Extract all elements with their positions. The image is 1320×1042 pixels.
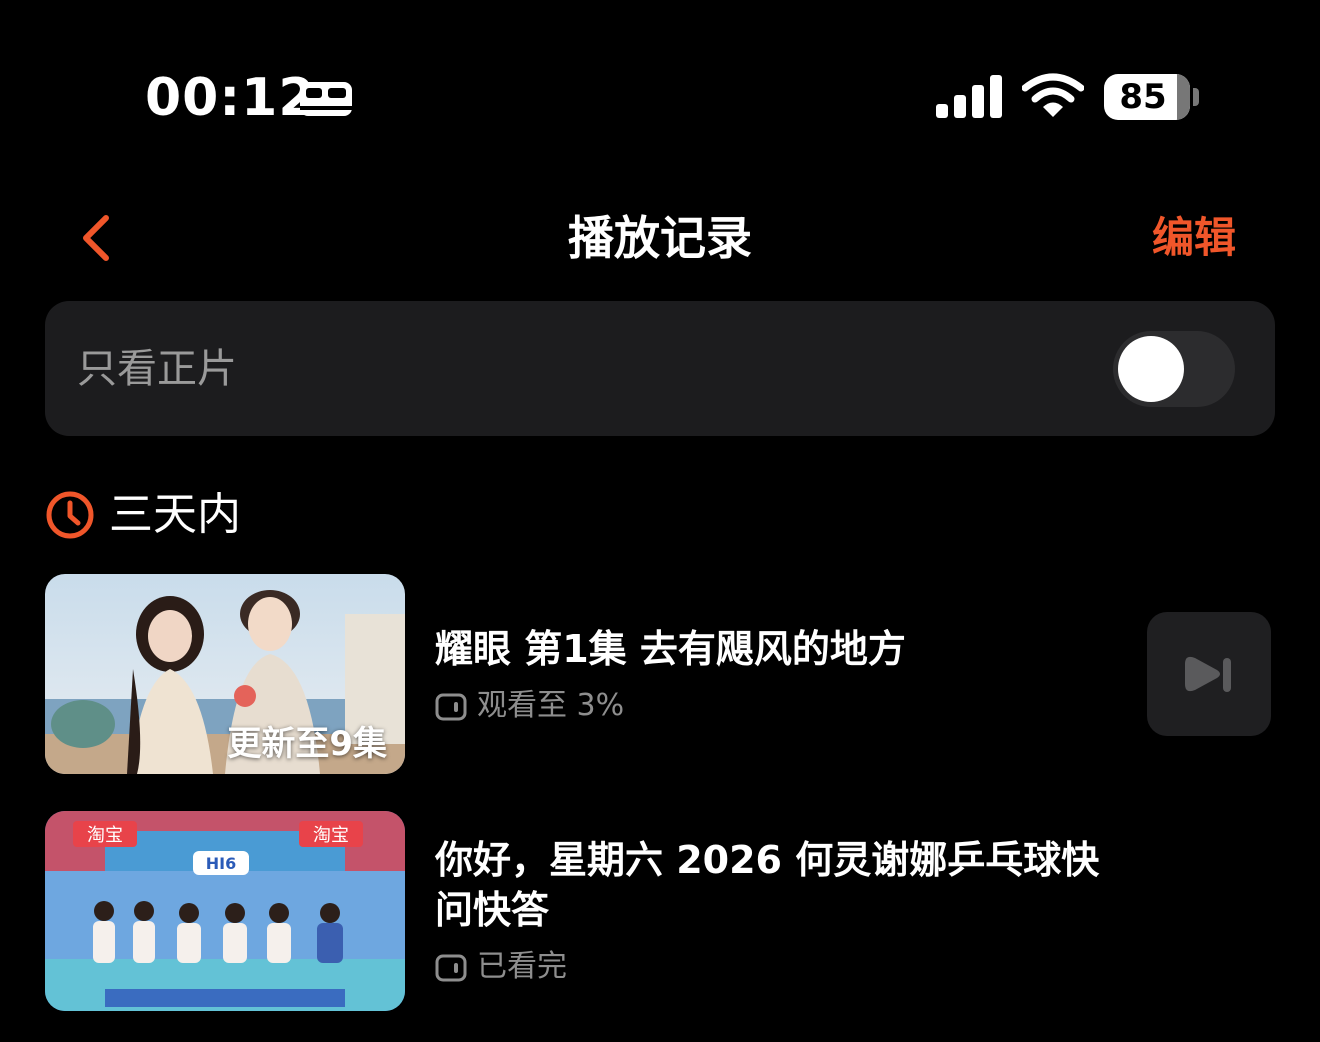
sleep-focus-icon bbox=[300, 82, 352, 116]
status-time: 00:12 bbox=[145, 68, 316, 128]
cellular-signal-icon bbox=[936, 75, 1002, 118]
thumbnail-logo-text: 淘宝 bbox=[87, 825, 123, 846]
page-title: 播放记录 bbox=[568, 211, 752, 265]
main-feature-filter: 只看正片 bbox=[45, 301, 1275, 436]
history-title[interactable]: 耀眼 第1集 去有飓风的地方 bbox=[435, 624, 1135, 674]
thumbnail-logo-text: 淘宝 bbox=[313, 825, 349, 846]
wifi-icon bbox=[1022, 73, 1084, 117]
progress-text: 已看完 bbox=[477, 949, 567, 984]
battery-level: 85 bbox=[1119, 77, 1167, 117]
history-item[interactable]: 淘宝 淘宝 HI6 你好，星期六 2026 何灵谢娜乒乓球快问快答 已看完 bbox=[45, 811, 1275, 1011]
progress-icon bbox=[435, 954, 467, 982]
progress-icon bbox=[435, 693, 467, 721]
toggle-knob bbox=[1118, 336, 1184, 402]
back-button[interactable] bbox=[72, 208, 132, 268]
update-badge: 更新至9集 bbox=[227, 724, 387, 764]
video-thumbnail[interactable]: 淘宝 淘宝 HI6 bbox=[45, 811, 405, 1011]
battery-icon: 85 bbox=[1104, 74, 1190, 120]
battery-cap bbox=[1193, 88, 1199, 106]
clock-icon bbox=[46, 491, 94, 539]
progress-text: 观看至 3% bbox=[477, 688, 625, 723]
filter-label: 只看正片 bbox=[77, 346, 237, 392]
history-title[interactable]: 你好，星期六 2026 何灵谢娜乒乓球快问快答 bbox=[435, 835, 1135, 935]
video-thumbnail[interactable]: 更新至9集 bbox=[45, 574, 405, 774]
history-item[interactable]: 更新至9集 耀眼 第1集 去有飓风的地方 观看至 3% bbox=[45, 574, 1275, 774]
nav-bar: 播放记录 编辑 bbox=[0, 190, 1320, 290]
thumbnail-image: 淘宝 淘宝 HI6 bbox=[45, 811, 405, 1011]
main-feature-toggle[interactable] bbox=[1113, 331, 1235, 407]
section-title: 三天内 bbox=[109, 489, 241, 540]
play-next-button[interactable] bbox=[1147, 612, 1271, 736]
status-bar: 00:12 85 bbox=[0, 0, 1320, 190]
thumbnail-logo-text: HI6 bbox=[206, 854, 236, 873]
edit-button[interactable]: 编辑 bbox=[1152, 210, 1236, 266]
play-next-icon bbox=[1185, 656, 1231, 692]
